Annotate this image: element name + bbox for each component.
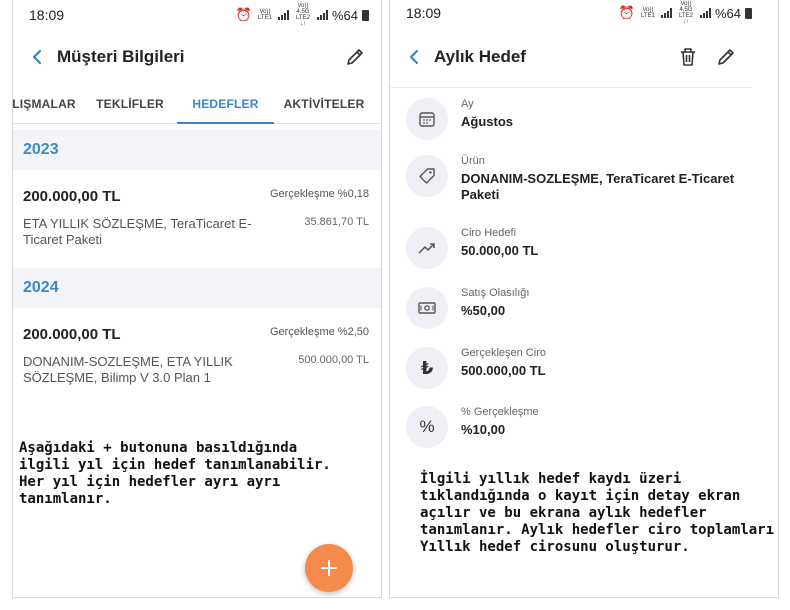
field-value: Ağustos (461, 114, 513, 129)
lira-glyph: ₺ (420, 357, 434, 378)
field-value: DONANIM-SOZLEŞME, TeraTicaret E-Ticaret … (461, 171, 735, 202)
battery-percent: %64 (331, 7, 358, 23)
tab-offers[interactable]: TEKLİFLER (95, 84, 165, 124)
field-sales-probability: Satış Olasılığı %50,00 (406, 287, 766, 335)
goal-row[interactable]: 200.000,00 TL Gerçekleşme %2,50 DONANIM-… (13, 308, 381, 406)
tab-contracts[interactable]: LIŞMALAR (12, 84, 79, 124)
tab-activities[interactable]: AKTİVİTELER (283, 84, 365, 124)
battery-percent: %64 (714, 5, 741, 21)
percent-glyph: % (419, 417, 435, 436)
goal-row[interactable]: 200.000,00 TL Gerçekleşme %0,18 ETA YILL… (13, 170, 381, 268)
signal-icon (277, 10, 289, 20)
pencil-icon (347, 49, 363, 65)
goal-realization: Gerçekleşme %2,50 (269, 326, 369, 338)
edit-button[interactable] (339, 41, 371, 73)
field-value: 500.000,00 TL (461, 363, 546, 378)
goal-amount: 200.000,00 TL (23, 326, 121, 343)
app-bar: Müşteri Bilgileri (13, 30, 381, 84)
field-label: Satış Olasılığı (461, 287, 530, 299)
back-button[interactable] (23, 43, 51, 71)
edit-button[interactable] (710, 41, 742, 73)
pencil-icon (718, 48, 734, 65)
status-bar: 18:09 ⏰ Vo)) LTE1 Vo)) 4.5G LTE2 ↓↑ %64 (390, 0, 778, 26)
tab-bar: LIŞMALAR TEKLİFLER HEDEFLER AKTİVİTELER (13, 84, 381, 124)
signal-icon (699, 8, 711, 18)
field-label: Ciro Hedefi (461, 227, 517, 239)
alarm-icon: ⏰ (235, 7, 252, 22)
goal-amount: 200.000,00 TL (23, 188, 121, 205)
field-label: Ürün (461, 155, 485, 167)
field-value: %10,00 (461, 422, 506, 437)
network-label-2: Vo)) 4.5G LTE2 ↓↑ (296, 3, 310, 27)
lira-icon: ₺ (406, 347, 448, 389)
tab-label: HEDEFLER (192, 97, 259, 111)
status-time: 18:09 (29, 7, 65, 23)
year-header: 2024 (13, 268, 381, 308)
monthly-goal-screen: 18:09 ⏰ Vo)) LTE1 Vo)) 4.5G LTE2 ↓↑ %64 … (389, 0, 779, 598)
alarm-icon: ⏰ (618, 5, 635, 20)
goal-realization: Gerçekleşme %0,18 (269, 188, 369, 200)
plus-icon (321, 560, 337, 576)
field-actual-revenue: ₺ Gerçekleşen Ciro 500.000,00 TL (406, 347, 766, 395)
field-value: 50.000,00 TL (461, 243, 539, 258)
add-goal-button[interactable] (305, 544, 353, 592)
field-label: Ay (461, 98, 474, 110)
goal-description: ETA YILLIK SÖZLEŞME, TeraTicaret E-Ticar… (23, 216, 252, 247)
field-label: % Gerçekleşme (461, 406, 539, 418)
tag-icon (406, 155, 448, 197)
tab-label: AKTİVİTELER (283, 97, 365, 111)
app-bar: Aylık Hedef (390, 26, 752, 88)
status-icons: ⏰ Vo)) LTE1 Vo)) 4.5G LTE2 ↓↑ %64 (619, 1, 752, 25)
battery-icon (362, 9, 369, 21)
field-value: %50,00 (461, 303, 506, 318)
network-label-1: Vo)) LTE1 (258, 9, 272, 21)
chevron-left-icon (409, 49, 419, 64)
signal-icon (660, 8, 672, 18)
field-product: Ürün DONANIM-SOZLEŞME, TeraTicaret E-Tic… (406, 155, 766, 203)
tab-goals[interactable]: HEDEFLER (177, 84, 274, 124)
delete-button[interactable] (672, 41, 704, 73)
page-title: Aylık Hedef (434, 46, 526, 66)
status-icons: ⏰ Vo)) LTE1 Vo)) 4.5G LTE2 ↓↑ %64 (236, 3, 369, 27)
status-bar: 18:09 ⏰ Vo)) LTE1 Vo)) 4.5G LTE2 ↓↑ %64 (13, 0, 381, 30)
network-label-2: Vo)) 4.5G LTE2 ↓↑ (679, 1, 693, 25)
trash-icon (681, 47, 695, 66)
year-header: 2023 (13, 130, 381, 170)
signal-icon (316, 10, 328, 20)
field-label: Gerçekleşen Ciro (461, 347, 546, 359)
chevron-left-icon (32, 49, 42, 65)
goal-actual-revenue: 500.000,00 TL (298, 354, 369, 366)
field-month: Ay Ağustos (406, 98, 766, 146)
field-realization: % % Gerçekleşme %10,00 (406, 406, 766, 454)
tab-label: LIŞMALAR (12, 97, 76, 111)
field-revenue-target: Ciro Hedefi 50.000,00 TL (406, 227, 766, 275)
goal-description: DONANIM-SOZLEŞME, ETA YILLIK SÖZLEŞME, B… (23, 354, 233, 385)
trend-up-icon (406, 227, 448, 269)
network-label-1: Vo)) LTE1 (641, 7, 655, 19)
calendar-icon (406, 98, 448, 140)
battery-icon (745, 7, 752, 19)
goal-actual-revenue: 35.861,70 TL (304, 216, 369, 228)
status-time: 18:09 (406, 5, 442, 21)
tab-label: TEKLİFLER (96, 97, 164, 111)
customer-info-screen: 18:09 ⏰ Vo)) LTE1 Vo)) 4.5G LTE2 ↓↑ %64 … (12, 0, 382, 598)
annotation-note: İlgili yıllık hedef kaydı üzeri tıklandı… (420, 471, 775, 555)
annotation-note: Aşağıdaki + butonuna basıldığında ilgili… (19, 440, 331, 507)
page-title: Müşteri Bilgileri (57, 47, 185, 66)
back-button[interactable] (400, 43, 428, 71)
percent-icon: % (406, 406, 448, 448)
banknote-icon (406, 287, 448, 329)
